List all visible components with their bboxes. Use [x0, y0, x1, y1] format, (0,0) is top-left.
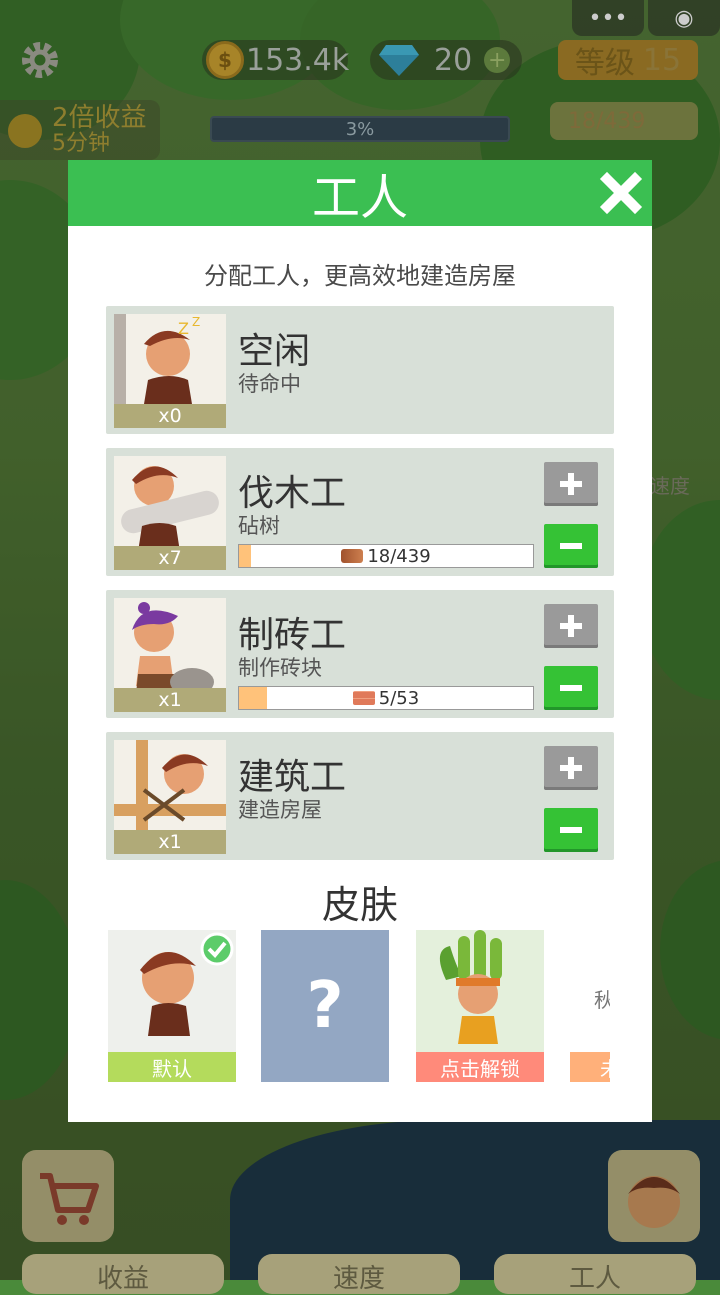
builder-subtitle: 建造房屋 — [238, 798, 322, 822]
minus-icon — [560, 827, 582, 833]
coin-stack-icon — [8, 114, 42, 148]
lumberjack-progress-bar: 18/439 — [238, 544, 534, 568]
more-menu-button[interactable]: ••• — [572, 0, 644, 36]
builder-count: x1 — [114, 830, 226, 854]
brick-icon — [352, 691, 375, 705]
skin-partial[interactable]: 秋 未 — [570, 930, 610, 1082]
idle-title: 空闲 — [238, 331, 311, 372]
level-value: 15 — [642, 42, 682, 78]
builder-add-button[interactable] — [544, 746, 598, 790]
brickmaker-progress-text: 5/53 — [378, 687, 420, 709]
idle-count: x0 — [114, 404, 226, 428]
add-gems-icon[interactable]: + — [484, 47, 511, 73]
skins-section-title: 皮肤 — [321, 883, 398, 927]
close-miniapp-button[interactable]: ◉ — [648, 0, 720, 36]
modal-subtitle: 分配工人，更高效地建造房屋 — [204, 262, 516, 290]
svg-text:Z: Z — [192, 315, 200, 329]
character-avatar-button[interactable] — [608, 1150, 700, 1242]
shop-cart-button[interactable] — [22, 1150, 114, 1242]
plus-icon — [560, 757, 582, 779]
brickmaker-add-button[interactable] — [544, 604, 598, 648]
wood-resource-pill: 18/439 — [550, 102, 698, 140]
skin-leaf-headdress-image — [416, 930, 544, 1052]
level-label: 等级 — [574, 46, 635, 81]
lumberjack-title: 伐木工 — [238, 473, 347, 514]
brickmaker-progress-label: 5/53 — [239, 687, 533, 709]
idle-subtitle: 待命中 — [238, 372, 301, 396]
skin-unlock-label[interactable]: 点击解锁 — [416, 1052, 544, 1082]
coins-value: 153.4k — [246, 42, 350, 78]
brickmaker-subtitle: 制作砖块 — [238, 656, 322, 680]
diamond-icon — [379, 45, 419, 76]
brickmaker-portrait: x1 — [114, 598, 226, 712]
lumberjack-subtitle: 砧树 — [238, 514, 280, 538]
tab-income[interactable]: 收益 — [22, 1254, 224, 1294]
skin-leaf-headdress[interactable]: 点击解锁 — [416, 930, 544, 1082]
builder-remove-button[interactable] — [544, 808, 598, 852]
worker-card-brickmaker: x1 制砖工 制作砖块 5/53 — [106, 590, 614, 718]
leaf-headdress-caveman-skin-icon — [439, 930, 502, 1044]
worker-card-builder: x1 建筑工 建造房屋 — [106, 732, 614, 860]
plus-icon — [560, 615, 582, 637]
lumberjack-progress-label: 18/439 — [239, 545, 533, 567]
level-badge: 等级 15 — [558, 40, 698, 81]
workers-modal: 工人 分配工人，更高效地建造房屋 Z Z x0 空闲 待命中 x7 伐木工 砧树… — [68, 160, 652, 1122]
caveman-avatar-icon — [628, 1176, 680, 1228]
selected-check-icon — [200, 932, 234, 966]
speed-side-label: 速度 — [650, 474, 690, 498]
builder-portrait: x1 — [114, 740, 226, 854]
modal-header: 工人 — [68, 160, 652, 226]
lumberjack-count: x7 — [114, 546, 226, 570]
builder-title: 建筑工 — [238, 757, 347, 798]
skin-mystery[interactable]: ? — [261, 930, 389, 1082]
wood-log-icon — [341, 549, 364, 563]
skin-partial-label: 秋 — [594, 988, 610, 1012]
cart-icon — [40, 1173, 99, 1225]
lumberjack-portrait: x7 — [114, 456, 226, 570]
skin-default-label: 默认 — [108, 1052, 236, 1082]
plus-icon — [560, 473, 582, 495]
brickmaker-progress-bar: 5/53 — [238, 686, 534, 710]
bonus-line2: 5分钟 — [52, 131, 110, 156]
svg-text:Z: Z — [178, 319, 189, 338]
worker-card-lumberjack: x7 伐木工 砧树 18/439 — [106, 448, 614, 576]
lumberjack-progress-text: 18/439 — [367, 545, 431, 567]
brickmaker-remove-button[interactable] — [544, 666, 598, 710]
coin-icon: $ — [206, 41, 244, 79]
skin-default[interactable]: 默认 — [108, 930, 236, 1082]
bonus-line1: 2倍收益 — [52, 103, 147, 133]
lumberjack-add-button[interactable] — [544, 462, 598, 506]
modal-title: 工人 — [311, 170, 408, 226]
tab-workers[interactable]: 工人 — [494, 1254, 696, 1294]
minus-icon — [560, 685, 582, 691]
coins-display: $ 153.4k — [206, 40, 349, 80]
close-icon[interactable] — [598, 170, 644, 216]
level-progress-bar: 3% — [210, 116, 510, 142]
brickmaker-title: 制砖工 — [238, 615, 347, 656]
level-progress-text: 3% — [345, 118, 375, 140]
wood-resource-value: 18/439 — [568, 108, 646, 134]
tab-speed[interactable]: 速度 — [258, 1254, 460, 1294]
brickmaker-count: x1 — [114, 688, 226, 712]
mystery-skin-tile: ? — [261, 930, 389, 1082]
skin-partial-button: 未 — [570, 1052, 610, 1082]
lumberjack-remove-button[interactable] — [544, 524, 598, 568]
idle-worker-portrait: Z Z x0 — [114, 314, 226, 428]
gems-value: 20 — [434, 42, 473, 78]
minus-icon — [560, 543, 582, 549]
gems-display: 20 + — [378, 40, 511, 80]
worker-card-idle: Z Z x0 空闲 待命中 — [106, 306, 614, 434]
double-income-bonus[interactable]: 2倍收益 5分钟 — [0, 100, 160, 160]
settings-gear-icon[interactable] — [18, 38, 62, 82]
